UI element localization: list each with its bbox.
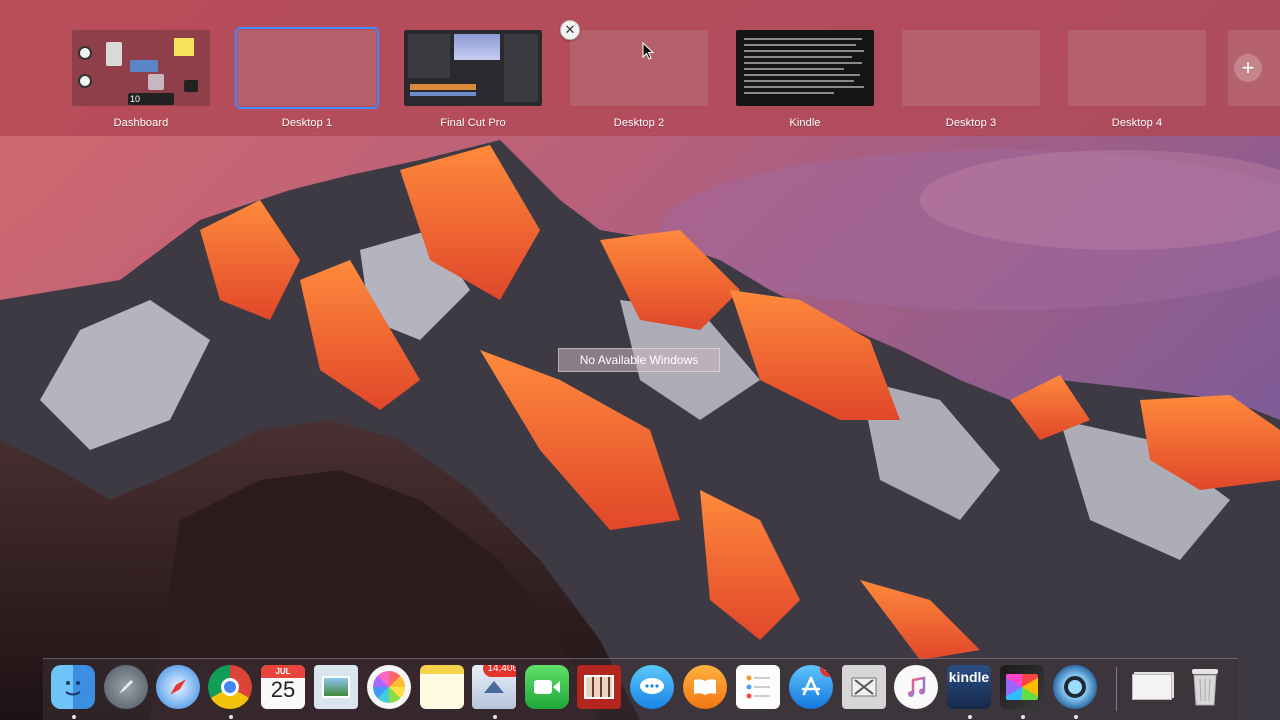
unread-badge: 14,406 — [483, 665, 516, 677]
quicktime-q-icon[interactable] — [1053, 665, 1097, 709]
calculator-widget-icon — [106, 42, 122, 66]
space-thumbnail[interactable] — [235, 27, 379, 109]
space-desktop-3[interactable]: Desktop 3 — [902, 30, 1040, 129]
space-label: Desktop 2 — [613, 117, 665, 129]
space-thumbnail[interactable] — [736, 30, 874, 106]
dock-item-notes[interactable] — [420, 665, 466, 711]
dock-item-downloads-stack[interactable] — [1130, 665, 1176, 711]
space-final-cut-pro[interactable]: Final Cut Pro — [404, 30, 542, 129]
space-label: Desktop 4 — [1111, 117, 1163, 129]
kindle-icon[interactable]: kindle — [947, 665, 991, 709]
photos-flower-icon[interactable] — [367, 665, 411, 709]
kindle-wordmark: kindle — [948, 669, 990, 685]
space-thumbnail[interactable] — [902, 30, 1040, 106]
space-desktop-4[interactable]: Desktop 4 — [1068, 30, 1206, 129]
dock-item-safari[interactable] — [156, 665, 202, 711]
app-store-icon[interactable]: 12 — [789, 665, 833, 709]
itunes-note-icon[interactable] — [894, 665, 938, 709]
clock-widget-icon — [78, 74, 92, 88]
dock-item-facetime[interactable] — [525, 665, 571, 711]
notes-icon[interactable] — [420, 665, 464, 709]
downloads-stack-icon[interactable] — [1130, 665, 1174, 709]
widget-icon — [184, 80, 198, 92]
dock-item-image-capture[interactable] — [842, 665, 888, 711]
space-thumbnail[interactable] — [1068, 30, 1206, 106]
facetime-camera-icon[interactable] — [525, 665, 569, 709]
clock-widget-icon — [78, 46, 92, 60]
running-indicator — [968, 715, 972, 719]
photo-widget-icon — [148, 74, 164, 90]
dock-item-app-store[interactable]: 12 — [789, 665, 835, 711]
launchpad-rocket-icon[interactable] — [104, 665, 148, 709]
final-cut-pro-clapper-icon[interactable] — [1000, 665, 1044, 709]
space-label: Kindle — [789, 117, 821, 129]
weather-widget-icon — [130, 60, 158, 72]
space-label: Dashboard — [113, 117, 169, 129]
mouse-cursor-icon — [642, 42, 654, 60]
space-desktop-1[interactable]: Desktop 1 — [235, 27, 379, 129]
messages-bubble-icon[interactable] — [630, 665, 674, 709]
dock-item-final-cut-pro[interactable] — [1000, 665, 1046, 719]
calendar-widget-icon: 10 — [128, 93, 174, 105]
mail-stamp-icon[interactable]: 14,406 — [472, 665, 516, 709]
space-thumbnail[interactable] — [404, 30, 542, 106]
photo-booth-icon[interactable] — [577, 665, 621, 709]
preview-icon[interactable] — [314, 665, 358, 709]
running-indicator — [229, 715, 233, 719]
dock-item-preview[interactable] — [314, 665, 360, 711]
image-capture-icon[interactable] — [842, 665, 886, 709]
plus-icon[interactable]: + — [1234, 54, 1262, 82]
space-dashboard[interactable]: 10 Dashboard — [72, 30, 210, 129]
dock-item-trash[interactable] — [1183, 665, 1229, 711]
mission-control-spaces-bar: 10 Dashboard Desktop 1 Final Cut Pro Des… — [0, 0, 1280, 136]
dock-item-quicktime[interactable] — [1053, 665, 1099, 719]
space-label: Desktop 3 — [945, 117, 997, 129]
close-space-button[interactable]: ✕ — [560, 20, 580, 40]
finder-icon[interactable] — [51, 665, 95, 709]
safari-compass-icon[interactable] — [156, 665, 200, 709]
ibooks-book-icon[interactable] — [683, 665, 727, 709]
running-indicator — [72, 715, 76, 719]
dock-item-calendar[interactable]: JUL 25 — [261, 665, 307, 711]
dock: JUL 25 14,406 12 kindle — [43, 658, 1238, 720]
chrome-icon[interactable] — [208, 665, 252, 709]
dock-item-kindle[interactable]: kindle — [947, 665, 993, 719]
dock-item-launchpad[interactable] — [104, 665, 150, 711]
dock-item-photo-booth[interactable] — [577, 665, 623, 711]
trash-icon[interactable] — [1183, 665, 1227, 709]
space-kindle[interactable]: Kindle — [736, 30, 874, 129]
dock-item-messages[interactable] — [630, 665, 676, 711]
calendar-day: 25 — [270, 677, 296, 702]
dock-item-reminders[interactable] — [736, 665, 782, 711]
dock-item-photos[interactable] — [367, 665, 413, 711]
dock-item-ibooks[interactable] — [683, 665, 729, 711]
calendar-icon[interactable]: JUL 25 — [261, 665, 305, 709]
no-available-windows-label: No Available Windows — [558, 348, 720, 372]
space-desktop-2[interactable]: Desktop 2 — [570, 30, 708, 129]
space-label: Final Cut Pro — [440, 117, 506, 129]
running-indicator — [1074, 715, 1078, 719]
space-thumbnail[interactable]: 10 — [72, 30, 210, 106]
reminders-list-icon[interactable] — [736, 665, 780, 709]
dock-item-finder[interactable] — [51, 665, 97, 719]
dock-separator — [1116, 667, 1117, 711]
running-indicator — [493, 715, 497, 719]
widget-number: 10 — [130, 94, 141, 104]
stickies-widget-icon — [174, 38, 194, 56]
space-label: Desktop 1 — [281, 117, 333, 129]
add-space-button[interactable]: + — [1228, 30, 1280, 106]
dock-item-itunes[interactable] — [894, 665, 940, 711]
dock-item-mail[interactable]: 14,406 — [472, 665, 518, 719]
dock-item-chrome[interactable] — [208, 665, 254, 719]
space-thumbnail[interactable] — [570, 30, 708, 106]
running-indicator — [1021, 715, 1025, 719]
